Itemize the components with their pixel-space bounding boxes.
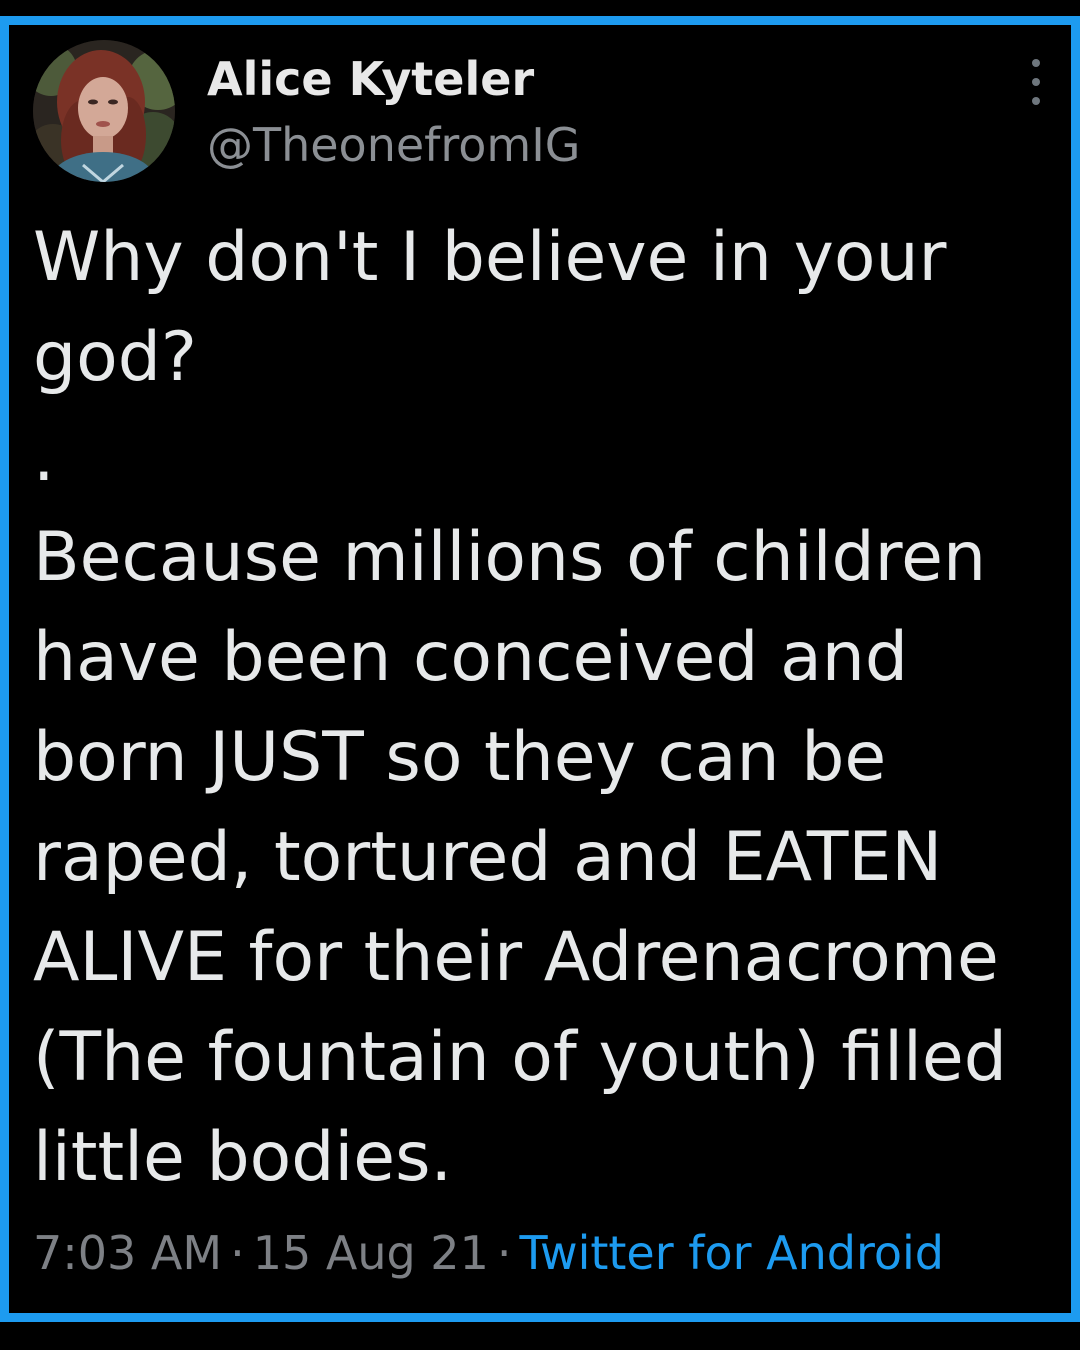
tweet-source-link[interactable]: Twitter for Android <box>519 1226 944 1280</box>
tweet-text: Why don't I believe in your god? . Becau… <box>33 218 1007 1197</box>
more-vertical-icon[interactable] <box>1021 59 1051 105</box>
tweet-meta: 7:03 AM · 15 Aug 21 · Twitter for Android <box>33 1223 944 1283</box>
tweet-time[interactable]: 7:03 AM <box>33 1226 222 1280</box>
meta-separator: · <box>496 1226 512 1280</box>
author-handle[interactable]: @TheonefromIG <box>207 117 580 173</box>
more-dot <box>1032 59 1040 67</box>
avatar[interactable] <box>33 40 175 182</box>
author-display-name[interactable]: Alice Kyteler <box>207 51 534 107</box>
tweet-card: Alice Kyteler @TheonefromIG Why don't I … <box>0 16 1080 1322</box>
tweet-date[interactable]: 15 Aug 21 <box>253 1226 489 1280</box>
meta-separator: · <box>230 1226 245 1280</box>
more-dot <box>1032 97 1040 105</box>
more-dot <box>1032 78 1040 86</box>
avatar-image <box>33 40 175 182</box>
